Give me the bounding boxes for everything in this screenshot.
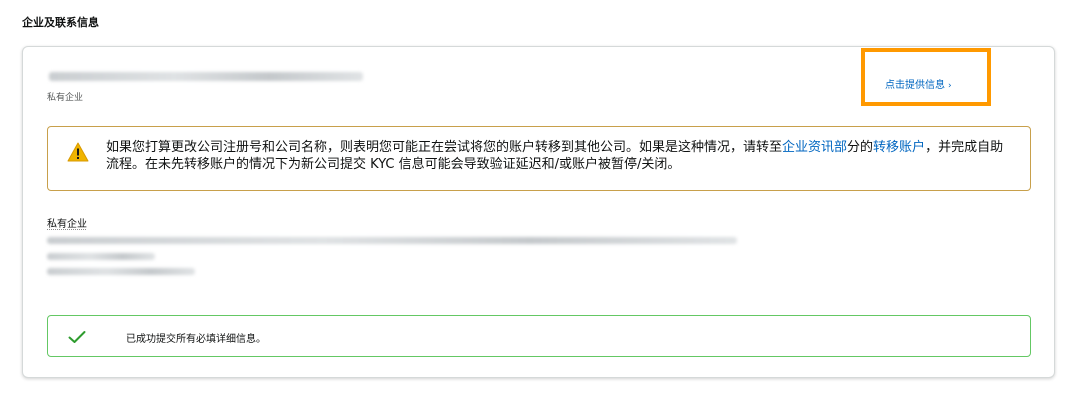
warning-message: 如果您打算更改公司注册号和公司名称，则表明您可能正在尝试将您的账户转移到其他公司… [106, 139, 1016, 173]
chevron-right-icon: › [948, 81, 952, 91]
success-alert: 已成功提交所有必填详细信息。 [47, 315, 1031, 357]
provide-info-link[interactable]: 点击提供信息 › [885, 76, 952, 91]
warning-text-1: 如果您打算更改公司注册号和公司名称，则表明您可能正在尝试将您的账户转移到其他公司… [106, 140, 783, 155]
warning-icon [67, 142, 89, 162]
business-type-heading: 私有企业 [47, 219, 87, 230]
section-title: 企业及联系信息 [22, 16, 99, 29]
warning-alert: 如果您打算更改公司注册号和公司名称，则表明您可能正在尝试将您的账户转移到其他公司… [47, 126, 1031, 191]
warning-text-2: 分的 [847, 140, 874, 155]
business-type-label: 私有企业 [47, 93, 84, 103]
transfer-account-link[interactable]: 转移账户 [873, 140, 925, 155]
redacted-address-line-3 [47, 268, 195, 275]
checkmark-icon [68, 331, 86, 343]
provide-info-link-label: 点击提供信息 [885, 80, 945, 91]
success-message: 已成功提交所有必填详细信息。 [126, 334, 266, 345]
redacted-email [49, 72, 363, 81]
redacted-address-line-2 [47, 253, 155, 260]
business-info-card: 私有企业 点击提供信息 › 如果您打算更改公司注册号和公司名称，则表明您可能正在尝… [22, 46, 1055, 378]
redacted-address-line-1 [47, 237, 737, 244]
business-info-link[interactable]: 企业资讯部 [782, 140, 847, 155]
